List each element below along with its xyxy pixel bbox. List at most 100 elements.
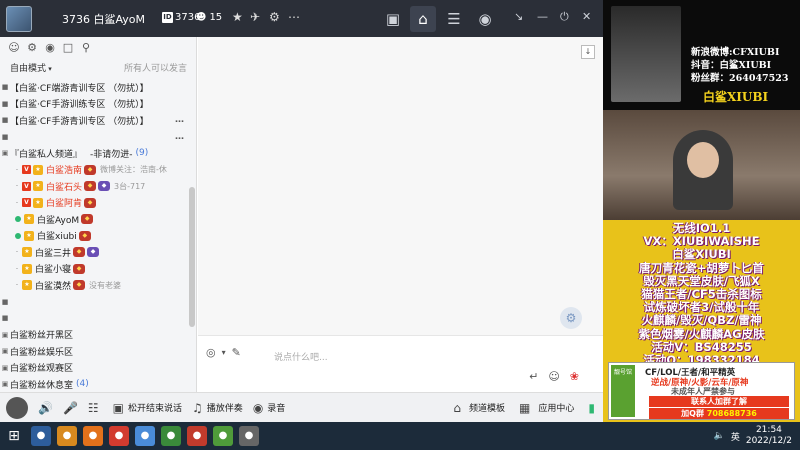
message-input[interactable]: 说点什么吧...	[274, 350, 328, 363]
channel-group[interactable]: ■ 【白鲨·CF手游青训专区 （勿扰）】…	[0, 112, 188, 129]
taskbar-app-icon[interactable]: ●	[109, 426, 129, 446]
channel-group[interactable]: ■ 【白鲨·CF端游青训专区 （勿扰）】	[0, 79, 188, 96]
rank-icon: ★	[22, 263, 32, 274]
volume-icon[interactable]: 🔈	[714, 431, 725, 441]
member-note: 微博关注：浩南-休	[100, 165, 167, 175]
collapsed-group[interactable]: ■	[0, 310, 188, 327]
chevron-down-icon[interactable]: ▾	[222, 346, 226, 360]
microphone-icon[interactable]: 🎤	[63, 401, 78, 415]
push-to-talk-label[interactable]: 松开结束说话	[128, 401, 182, 414]
play-accompaniment-label[interactable]: 播放伴奏	[207, 401, 243, 414]
rank-icon: ★	[24, 230, 34, 241]
taskbar-app-icon[interactable]: ●	[83, 426, 103, 446]
ad-banner: 靓号馆 CF/LOL/王者/和平精英 逆战/原神/火影/云车/原神 未成年人严禁…	[608, 362, 795, 420]
download-icon[interactable]: ↓	[581, 45, 595, 59]
member-name: 白鲨阿肯	[46, 199, 83, 210]
channel-count: (4)	[76, 379, 89, 390]
taskbar-app-icon[interactable]: ●	[31, 426, 51, 446]
enter-icon[interactable]: ↵	[529, 370, 538, 383]
list-icon[interactable]: ☰	[441, 6, 467, 32]
gear-icon[interactable]: ⚙	[269, 10, 280, 24]
music-icon[interactable]: ♫	[192, 401, 203, 415]
member-row[interactable]: ★ 白鲨xiubi ◆	[0, 228, 188, 245]
collapse-icon[interactable]: ↘	[514, 10, 523, 23]
stream-panel: 新浪微博:CFXIUBI 抖音：白鲨XIUBI 粉丝群：264047523 白鲨…	[603, 0, 800, 422]
member-row[interactable]: · ★ 白鲨小寝 ◆	[0, 261, 188, 278]
gamepad-icon[interactable]: ◎	[206, 346, 216, 360]
member-name: 白鲨石头	[46, 182, 83, 193]
taskbar-app-icon[interactable]: ●	[161, 426, 181, 446]
douyin-line: 抖音：白鲨XIUBI	[691, 60, 772, 71]
taskbar-app-icon[interactable]: ●	[239, 426, 259, 446]
video-icon[interactable]: ▣	[380, 6, 406, 32]
taskbar-app-icon[interactable]: ●	[213, 426, 233, 446]
promo-text: 无线IO1.1 VX：XIUBIWAISHE 白鲨XIUBI 唐刀青花瓷+胡萝卜匕首毁…	[603, 221, 800, 366]
record-label[interactable]: 录音	[267, 401, 285, 414]
text-format-icon[interactable]: ✎	[232, 346, 241, 360]
grid-icon[interactable]: ▦	[519, 401, 530, 415]
speaker-icon[interactable]: 🔊	[38, 401, 53, 415]
member-row[interactable]: · ★ 白鲨漠然 ◆ 没有老婆	[0, 277, 188, 294]
vip-icon: V	[22, 198, 31, 208]
voice-chat-window: 3736 白鲨AyoM ID 3736 ☻ 15 ★ ✈ ⚙ ⋯ ▣ ⌂ ☰ ◉…	[0, 0, 603, 422]
star-icon[interactable]: ★	[232, 10, 243, 24]
channel-group[interactable]: ▣ 白鲨粉丝观赛区	[0, 360, 188, 377]
gamepad-icon[interactable]: ◉	[472, 6, 498, 32]
channel-group[interactable]: ▣ 白鲨粉丝娱乐区	[0, 343, 188, 360]
rank-icon: ★	[33, 164, 43, 175]
member-row[interactable]: ★ 白鲨AyoM ◆	[0, 211, 188, 228]
collapsed-group[interactable]: ■…	[0, 129, 188, 146]
search-icon[interactable]: ⚲	[79, 41, 93, 55]
home-icon[interactable]: ⌂	[410, 6, 436, 32]
channel-label: 【白鲨·CF手游青训专区 （勿扰）】	[10, 116, 149, 127]
taskbar-app-icon[interactable]: ●	[135, 426, 155, 446]
badge-icon: ◆	[84, 181, 97, 192]
settings-icon[interactable]: ⚙	[25, 41, 39, 55]
private-channel[interactable]: ▣ 『白鲨私人频道』 -非请勿进- (9)	[0, 145, 188, 162]
notice-icon[interactable]: □	[61, 41, 75, 55]
taskbar-app-icon[interactable]: ●	[57, 426, 77, 446]
minimize-icon[interactable]: —	[537, 10, 548, 23]
home-icon[interactable]: ⌂	[453, 401, 461, 415]
input-language[interactable]: 英	[731, 430, 740, 443]
member-note: 3台-717	[114, 181, 146, 191]
badge-icon: ◆	[73, 280, 86, 291]
channel-group[interactable]: ▣ 白鲨粉丝开黑区	[0, 327, 188, 344]
collapsed-group[interactable]: ■	[0, 294, 188, 311]
channel-template-label[interactable]: 频道模板	[469, 401, 505, 414]
user-count[interactable]: ☻ 15	[196, 12, 222, 23]
my-avatar[interactable]	[6, 396, 28, 419]
ad-qq-label: 加Q群	[681, 409, 704, 418]
app-center-label[interactable]: 应用中心	[538, 401, 574, 414]
channel-id-badge: ID 3736	[162, 12, 200, 23]
clock[interactable]: 21:54 2022/12/2	[746, 425, 792, 447]
push-to-talk-icon[interactable]: ▣	[113, 401, 124, 415]
channel-avatar[interactable]	[6, 6, 32, 32]
flower-icon[interactable]: ❀	[570, 370, 579, 383]
chat-area: ↓ ⚙	[198, 37, 603, 335]
more-icon[interactable]: ⋯	[288, 10, 300, 24]
close-icon[interactable]: ✕	[582, 10, 591, 23]
member-row[interactable]: · V ★ 白鲨阿肯 ◆	[0, 195, 188, 212]
member-row[interactable]: · ★ 白鲨三井 ◆ ◆	[0, 244, 188, 261]
taskbar-app-icon[interactable]: ●	[187, 426, 207, 446]
power-icon[interactable]: ⏻	[560, 10, 569, 24]
chat-settings-icon[interactable]: ⚙	[560, 307, 582, 329]
mode-select[interactable]: 自由模式	[10, 61, 52, 77]
plane-icon[interactable]: ✈	[250, 10, 260, 24]
mixer-icon[interactable]: ☷	[88, 401, 99, 415]
member-row[interactable]: · V ★ 白鲨石头 ◆ ◆ 3台-717	[0, 178, 188, 195]
folder-icon: ▣	[1, 380, 9, 389]
sidebar-scrollbar[interactable]	[189, 187, 195, 327]
channel-group[interactable]: ■ 【白鲨·CF手游训练专区 （勿扰）】	[0, 96, 188, 113]
promo-line: 白鲨XIUBI	[672, 247, 731, 262]
person-icon[interactable]: ☺	[7, 41, 21, 55]
location-icon[interactable]: ◉	[43, 41, 57, 55]
start-icon[interactable]: ⊞	[0, 422, 28, 450]
channel-group[interactable]: ▣ 白鲨粉丝休息室 (4)	[0, 376, 188, 390]
member-row[interactable]: · V ★ 白鲨浩南 ◆ 微博关注：浩南-休	[0, 162, 188, 179]
record-icon[interactable]: ◉	[253, 401, 263, 415]
emoji-icon[interactable]: ☺	[548, 370, 559, 383]
streamer-figure	[673, 130, 733, 210]
bullet-icon: ■	[1, 132, 9, 141]
